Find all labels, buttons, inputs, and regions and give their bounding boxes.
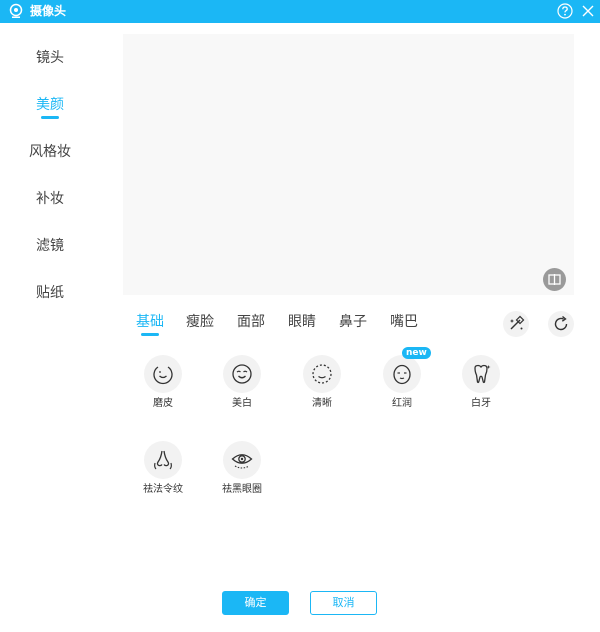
tab-active-indicator [141, 333, 159, 336]
new-badge: new [402, 347, 431, 359]
tab-face[interactable]: 面部 [237, 312, 265, 332]
confirm-button[interactable]: 确定 [222, 591, 289, 615]
tab-slim-face[interactable]: 瘦脸 [186, 312, 214, 332]
feature-label: 清晰 [312, 398, 332, 409]
feature-label: 祛法令纹 [143, 484, 183, 495]
sidebar-item-beauty[interactable]: 美颜 [0, 95, 100, 115]
face-smooth-icon [153, 366, 173, 385]
nasolabial-icon [154, 450, 172, 470]
compare-icon [548, 274, 561, 285]
magic-wand-icon [510, 315, 525, 330]
title-bar: 摄像头 [0, 0, 600, 23]
eye-icon [231, 454, 253, 469]
tab-nose[interactable]: 鼻子 [339, 312, 367, 332]
help-icon[interactable] [557, 3, 573, 19]
sidebar-item-style-makeup[interactable]: 风格妆 [0, 142, 100, 162]
tab-basic[interactable]: 基础 [136, 312, 164, 332]
tooth-icon [474, 364, 491, 384]
camera-preview [123, 34, 574, 295]
close-icon[interactable] [581, 4, 595, 18]
sidebar-active-indicator [41, 116, 59, 119]
sidebar-item-filter[interactable]: 滤镜 [0, 236, 100, 256]
feature-label: 白牙 [471, 398, 491, 409]
tab-eyes[interactable]: 眼睛 [288, 312, 316, 332]
reset-icon [554, 315, 568, 331]
sidebar-item-sticker[interactable]: 贴纸 [0, 283, 100, 303]
reset-button[interactable] [548, 311, 574, 337]
window-title: 摄像头 [30, 4, 67, 18]
feature-label: 美白 [232, 398, 252, 409]
face-whiten-icon [232, 364, 252, 384]
face-rosy-icon [393, 364, 411, 385]
compare-button[interactable] [543, 268, 566, 291]
feature-label: 磨皮 [153, 398, 173, 409]
feature-label: 红润 [392, 398, 412, 409]
sidebar-item-lens[interactable]: 镜头 [0, 48, 100, 68]
tab-mouth[interactable]: 嘴巴 [390, 312, 418, 332]
webcam-icon [9, 3, 23, 18]
auto-beauty-button[interactable] [503, 311, 529, 337]
sidebar-item-touch-up[interactable]: 补妆 [0, 189, 100, 209]
face-sharpen-icon [312, 364, 332, 384]
cancel-button[interactable]: 取消 [310, 591, 377, 615]
feature-label: 祛黑眼圈 [222, 484, 262, 495]
